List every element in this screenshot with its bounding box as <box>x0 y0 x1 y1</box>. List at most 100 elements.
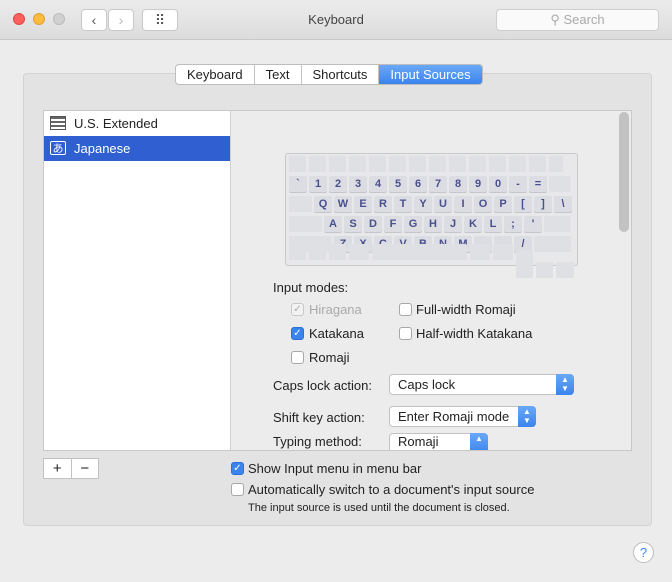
tab-bar: Keyboard Text Shortcuts Input Sources <box>175 64 483 85</box>
blank-key <box>289 244 306 260</box>
auto-switch-checkbox[interactable] <box>231 483 244 496</box>
key: ; <box>504 216 522 232</box>
chevron-updown-icon: ▲ <box>470 433 488 450</box>
blank-key <box>329 244 346 260</box>
blank-key <box>329 156 346 172</box>
chevron-updown-icon: ▲ ▼ <box>518 406 536 427</box>
tab-shortcuts[interactable]: Shortcuts <box>302 65 380 84</box>
katakana-checkbox[interactable]: ✓ <box>291 327 304 340</box>
blank-key <box>429 156 446 172</box>
key: 2 <box>329 176 347 192</box>
caps-lock-value: Caps lock <box>398 377 456 392</box>
key: A <box>324 216 342 232</box>
list-controls: + − <box>43 458 99 479</box>
show-input-menu-label[interactable]: Show Input menu in menu bar <box>248 461 421 476</box>
key: I <box>454 196 472 212</box>
key: - <box>509 176 527 192</box>
key: S <box>344 216 362 232</box>
tab-text[interactable]: Text <box>255 65 302 84</box>
key: ] <box>534 196 552 212</box>
blank-key <box>549 176 571 192</box>
scrollbar[interactable] <box>619 112 629 232</box>
katakana-label[interactable]: Katakana <box>309 326 364 341</box>
key: Q <box>314 196 332 212</box>
key: 8 <box>449 176 467 192</box>
input-modes-label: Input modes: <box>273 280 349 295</box>
key: [ <box>514 196 532 212</box>
key: 7 <box>429 176 447 192</box>
blank-key <box>470 244 490 260</box>
hiragana-label: Hiragana <box>309 302 362 317</box>
add-source-button[interactable]: + <box>44 459 72 478</box>
show-input-menu-checkbox[interactable]: ✓ <box>231 462 244 475</box>
tab-keyboard[interactable]: Keyboard <box>176 65 255 84</box>
key: 6 <box>409 176 427 192</box>
blank-key <box>449 156 466 172</box>
list-item-japanese[interactable]: あ Japanese <box>44 136 230 161</box>
key: L <box>484 216 502 232</box>
key: P <box>494 196 512 212</box>
list-item-us-extended[interactable]: U.S. Extended <box>44 111 230 136</box>
blank-key <box>289 196 312 212</box>
blank-key <box>516 262 533 278</box>
blank-key <box>509 156 526 172</box>
full-width-romaji-checkbox[interactable] <box>399 303 412 316</box>
blank-key <box>489 156 506 172</box>
typing-method-label: Typing method: <box>273 434 362 449</box>
shift-key-label: Shift key action: <box>273 410 365 425</box>
half-width-katakana-checkbox[interactable] <box>399 327 412 340</box>
help-button[interactable]: ? <box>633 542 654 563</box>
key: J <box>444 216 462 232</box>
key: O <box>474 196 492 212</box>
blank-key <box>469 156 486 172</box>
half-width-katakana-label[interactable]: Half-width Katakana <box>416 326 532 341</box>
search-field[interactable]: ⚲ Search <box>496 9 659 31</box>
chevron-updown-icon: ▲ ▼ <box>556 374 574 395</box>
key: K <box>464 216 482 232</box>
tab-input-sources[interactable]: Input Sources <box>379 65 482 84</box>
hiragana-checkbox: ✓ <box>291 303 304 316</box>
key: F <box>384 216 402 232</box>
key: U <box>434 196 452 212</box>
typing-method-row: Typing method: Romaji ▲ <box>231 433 619 450</box>
remove-source-button[interactable]: − <box>72 459 99 478</box>
key: ` <box>289 176 307 192</box>
key: G <box>404 216 422 232</box>
auto-switch-note: The input source is used until the docum… <box>248 502 510 514</box>
blank-key <box>309 156 326 172</box>
romaji-checkbox[interactable] <box>291 351 304 364</box>
key: = <box>529 176 547 192</box>
caps-lock-popup[interactable]: Caps lock ▲ ▼ <box>389 374 574 395</box>
blank-key <box>529 156 546 172</box>
blank-key <box>389 156 406 172</box>
typing-method-popup[interactable]: Romaji ▲ <box>389 433 488 450</box>
key: 1 <box>309 176 327 192</box>
blank-key <box>493 244 513 260</box>
blank-key <box>349 156 366 172</box>
key: R <box>374 196 392 212</box>
blank-key <box>549 156 563 172</box>
shift-key-popup[interactable]: Enter Romaji mode ▲ ▼ <box>389 406 536 427</box>
shift-key-value: Enter Romaji mode <box>398 409 510 424</box>
input-source-list[interactable]: U.S. Extended あ Japanese <box>43 110 231 451</box>
key: 0 <box>489 176 507 192</box>
blank-key <box>349 244 369 260</box>
hiragana-a-icon: あ <box>50 141 66 155</box>
blank-key <box>309 244 326 260</box>
caps-lock-label: Caps lock action: <box>273 378 372 393</box>
key: D <box>364 216 382 232</box>
key: 3 <box>349 176 367 192</box>
blank-key <box>409 156 426 172</box>
us-flag-icon <box>50 116 66 130</box>
key: E <box>354 196 372 212</box>
blank-key <box>289 156 306 172</box>
romaji-label[interactable]: Romaji <box>309 350 349 365</box>
key: 4 <box>369 176 387 192</box>
key: Y <box>414 196 432 212</box>
key: \ <box>554 196 572 212</box>
typing-method-value: Romaji <box>398 434 439 449</box>
auto-switch-label[interactable]: Automatically switch to a document's inp… <box>248 482 534 497</box>
keyboard-viewer: `1234567890-=QWERTYUIOP[]\ASDFGHJKL;'ZXC… <box>285 153 578 278</box>
full-width-romaji-label[interactable]: Full-width Romaji <box>416 302 516 317</box>
source-label: U.S. Extended <box>74 116 158 131</box>
